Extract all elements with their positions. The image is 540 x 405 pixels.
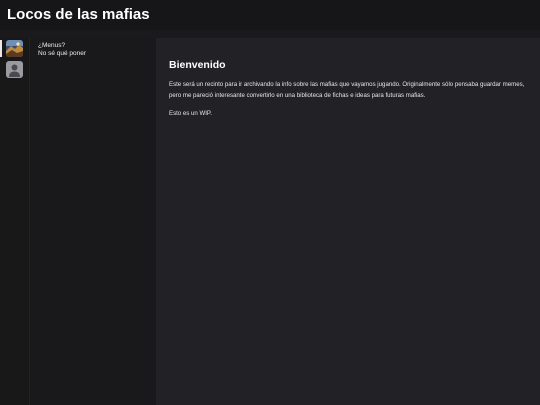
rail-item-user[interactable] xyxy=(0,60,29,80)
menu-panel: ¿Menus? No sé qué poner xyxy=(30,38,156,405)
app-header: Locos de las mafias xyxy=(0,0,540,30)
app-title: Locos de las mafias xyxy=(7,6,150,23)
page-title: Bienvenido xyxy=(169,59,226,71)
wip-note: Esto es un WIP. xyxy=(169,110,212,117)
menu-subtitle: No sé qué poner xyxy=(38,50,87,57)
rail-item-game[interactable] xyxy=(0,39,29,59)
default-avatar-icon xyxy=(6,61,23,78)
welcome-paragraph: Este será un recinto para ir archivando … xyxy=(169,81,525,99)
game-cover-icon xyxy=(6,40,23,57)
menu-title: ¿Menus? xyxy=(38,42,66,49)
server-rail xyxy=(0,38,30,405)
main-content: Bienvenido Este será un recinto para ir … xyxy=(156,38,540,405)
